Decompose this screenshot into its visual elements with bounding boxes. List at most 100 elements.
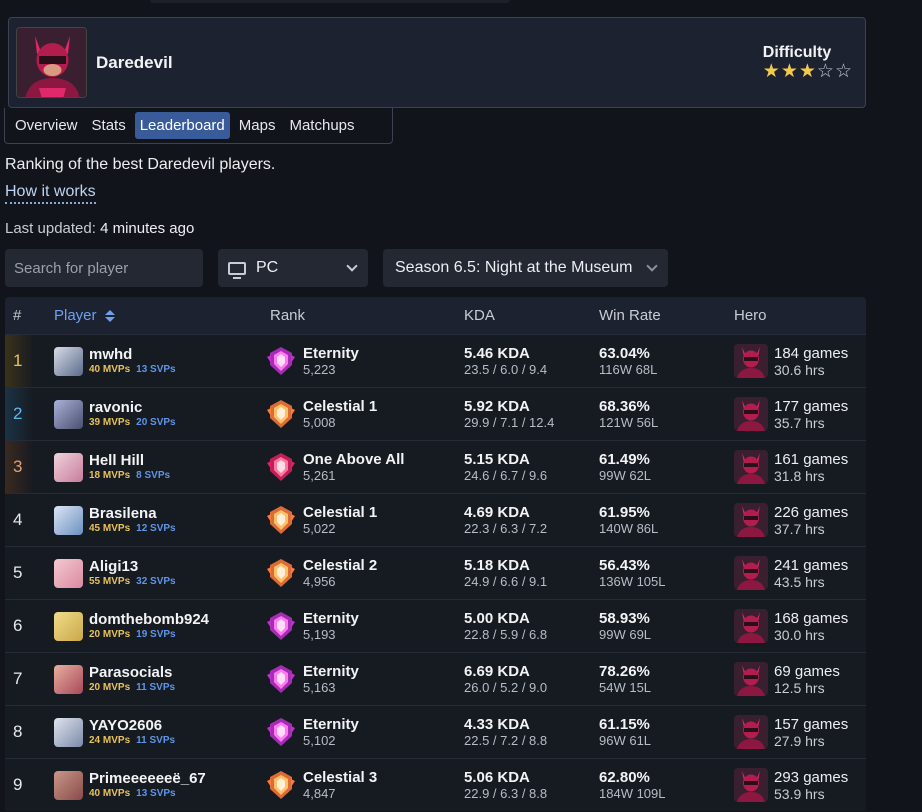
- kda-value: 5.18 KDA: [464, 556, 530, 574]
- tab-overview[interactable]: Overview: [10, 112, 83, 139]
- hero-cell: 69 games 12.5 hrs: [734, 662, 866, 696]
- hero-cell: 226 games 37.7 hrs: [734, 503, 866, 537]
- rank-oaa-icon: [267, 453, 295, 481]
- how-it-works-link[interactable]: How it works: [5, 183, 96, 204]
- player-name[interactable]: domthebomb924: [89, 611, 209, 628]
- player-mvps: 18 MVPs: [89, 470, 131, 481]
- winrate-cell: 61.49% 99W 62L: [599, 451, 734, 484]
- season-select[interactable]: Season 6.5: Night at the Museum: [383, 249, 668, 287]
- kda-cell: 4.33 KDA 22.5 / 7.2 / 8.8: [464, 716, 599, 749]
- table-row[interactable]: 1 mwhd 40 MVPs 13 SVPs Eternity 5,223 5.46 KDA…: [5, 334, 866, 387]
- table-row[interactable]: 2 ravonic 39 MVPs 20 SVPs Celestial 1 5,008 5.…: [5, 387, 866, 440]
- difficulty-stars: ★★★☆☆: [763, 62, 853, 82]
- difficulty: Difficulty ★★★☆☆: [763, 44, 853, 82]
- rank-cell: Eternity 5,163: [262, 663, 464, 696]
- rank-eternity-icon: [267, 612, 295, 640]
- hero-thumbnail: [734, 397, 768, 431]
- winrate-value: 56.43%: [599, 556, 650, 574]
- player-avatar: [54, 558, 83, 588]
- row-position: 4: [13, 510, 23, 529]
- hours-played: 53.9 hrs: [774, 785, 825, 802]
- winrate-value: 61.49%: [599, 450, 650, 468]
- rank-score: 5,223: [303, 361, 336, 377]
- rank-name: Eternity: [303, 715, 359, 733]
- tab-stats[interactable]: Stats: [87, 112, 131, 139]
- winrate-cell: 58.93% 99W 69L: [599, 610, 734, 643]
- winrate-cell: 78.26% 54W 15L: [599, 663, 734, 696]
- player-name[interactable]: Hell Hill: [89, 452, 170, 469]
- player-cell[interactable]: YAYO2606 24 MVPs 11 SVPs: [54, 717, 262, 747]
- rank-name: Eternity: [303, 344, 359, 362]
- tab-matchups[interactable]: Matchups: [284, 112, 359, 139]
- games-played: 177 games: [774, 397, 849, 415]
- header-winrate: Win Rate: [599, 307, 661, 324]
- rank-score: 5,008: [303, 414, 336, 430]
- win-loss-record: 99W 69L: [599, 626, 652, 642]
- leaderboard-table: # Player Rank KDA Win Rate Hero 1 mwhd 40 …: [5, 297, 866, 811]
- hero-cell: 184 games 30.6 hrs: [734, 344, 866, 378]
- player-cell[interactable]: Brasilena 45 MVPs 12 SVPs: [54, 505, 262, 535]
- player-name[interactable]: Parasocials: [89, 664, 175, 681]
- hero-cell: 161 games 31.8 hrs: [734, 450, 866, 484]
- search-input[interactable]: [5, 249, 203, 287]
- rank-cell: One Above All 5,261: [262, 451, 464, 484]
- kda-cell: 5.15 KDA 24.6 / 6.7 / 9.6: [464, 451, 599, 484]
- player-svps: 19 SVPs: [136, 629, 176, 640]
- player-mvps: 39 MVPs: [89, 417, 131, 428]
- table-row[interactable]: 6 domthebomb924 20 MVPs 19 SVPs Eternity 5,19…: [5, 599, 866, 652]
- table-row[interactable]: 8 YAYO2606 24 MVPs 11 SVPs Eternity 5,102 4.33…: [5, 705, 866, 758]
- hero-cell: 177 games 35.7 hrs: [734, 397, 866, 431]
- player-cell[interactable]: Aligi13 55 MVPs 32 SVPs: [54, 558, 262, 588]
- winrate-cell: 61.95% 140W 86L: [599, 504, 734, 537]
- chevron-down-icon: [346, 260, 358, 272]
- win-loss-record: 116W 68L: [599, 361, 658, 377]
- table-row[interactable]: 5 Aligi13 55 MVPs 32 SVPs Celestial 2 4,956 5.…: [5, 546, 866, 599]
- win-loss-record: 54W 15L: [599, 679, 652, 695]
- player-avatar: [54, 717, 83, 747]
- rank-name: Celestial 1: [303, 503, 378, 521]
- row-position: 5: [13, 563, 23, 582]
- kda-detail: 22.3 / 6.3 / 7.2: [464, 520, 548, 536]
- winrate-value: 78.26%: [599, 662, 650, 680]
- hero-thumbnail: [734, 503, 768, 537]
- player-cell[interactable]: Primeeeeeeë_67 40 MVPs 13 SVPs: [54, 770, 262, 800]
- table-row[interactable]: 9 Primeeeeeeë_67 40 MVPs 13 SVPs Celestial 3…: [5, 758, 866, 811]
- row-position: 6: [13, 616, 23, 635]
- winrate-value: 62.80%: [599, 768, 650, 786]
- player-cell[interactable]: mwhd 40 MVPs 13 SVPs: [54, 346, 262, 376]
- hours-played: 43.5 hrs: [774, 573, 825, 590]
- rank-name: Celestial 3: [303, 768, 378, 786]
- player-name[interactable]: Brasilena: [89, 505, 176, 522]
- header-rank: Rank: [270, 307, 306, 324]
- player-mvps: 20 MVPs: [89, 682, 131, 693]
- player-name[interactable]: Primeeeeeeë_67: [89, 770, 206, 787]
- header-position: #: [13, 307, 22, 324]
- platform-value: PC: [256, 259, 279, 276]
- player-name[interactable]: Aligi13: [89, 558, 176, 575]
- row-position: 1: [5, 335, 54, 387]
- table-row[interactable]: 7 Parasocials 20 MVPs 11 SVPs Eternity 5,163 6…: [5, 652, 866, 705]
- player-cell[interactable]: Parasocials 20 MVPs 11 SVPs: [54, 664, 262, 694]
- winrate-value: 68.36%: [599, 397, 650, 415]
- platform-select[interactable]: PC: [218, 249, 368, 287]
- player-name[interactable]: YAYO2606: [89, 717, 175, 734]
- winrate-cell: 68.36% 121W 56L: [599, 398, 734, 431]
- rank-celestial-icon: [267, 400, 295, 428]
- table-row[interactable]: 3 Hell Hill 18 MVPs 8 SVPs One Above All 5,26…: [5, 440, 866, 493]
- difficulty-label: Difficulty: [762, 44, 832, 61]
- player-mvps: 40 MVPs: [89, 788, 131, 799]
- player-cell[interactable]: domthebomb924 20 MVPs 19 SVPs: [54, 611, 262, 641]
- player-svps: 11 SVPs: [136, 682, 176, 693]
- kda-value: 5.92 KDA: [464, 397, 530, 415]
- tab-maps[interactable]: Maps: [234, 112, 281, 139]
- player-cell[interactable]: Hell Hill 18 MVPs 8 SVPs: [54, 452, 262, 482]
- player-name[interactable]: mwhd: [89, 346, 176, 363]
- tab-leaderboard[interactable]: Leaderboard: [134, 112, 230, 139]
- kda-detail: 24.9 / 6.6 / 9.1: [464, 573, 548, 589]
- player-cell[interactable]: ravonic 39 MVPs 20 SVPs: [54, 399, 262, 429]
- hours-played: 35.7 hrs: [774, 414, 825, 431]
- table-row[interactable]: 4 Brasilena 45 MVPs 12 SVPs Celestial 1 5,022…: [5, 493, 866, 546]
- player-name[interactable]: ravonic: [89, 399, 176, 416]
- header-player-sort[interactable]: Player: [54, 307, 262, 324]
- rank-cell: Eternity 5,193: [262, 610, 464, 643]
